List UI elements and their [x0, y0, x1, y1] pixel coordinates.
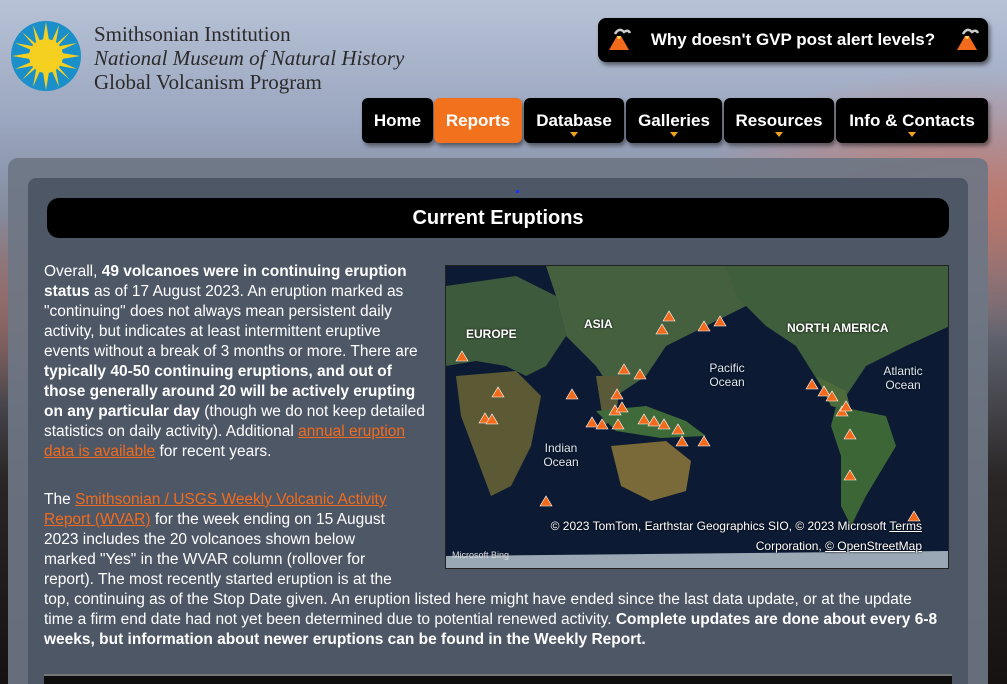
volcano-icon	[609, 28, 632, 50]
site-header: Smithsonian Institution National Museum …	[0, 0, 1007, 160]
ocean-label-indian: Indian Ocean	[543, 441, 579, 469]
volcano-icon	[957, 28, 980, 50]
nav-galleries-label: Galleries	[638, 110, 710, 130]
map-terms-link[interactable]: Terms	[889, 519, 922, 533]
nav-home[interactable]: Home	[362, 98, 433, 143]
caret-down-icon	[775, 132, 783, 137]
nav-galleries[interactable]: Galleries	[626, 98, 722, 143]
nav-info-contacts-label: Info & Contacts	[849, 110, 975, 130]
map-provider-logo[interactable]: Microsoft Bing	[452, 550, 509, 560]
ocean-label-pacific: Pacific Ocean	[709, 361, 745, 389]
intro-paragraph: Overall, 49 volcanoes were in continuing…	[44, 262, 426, 462]
eruptions-table-header	[44, 674, 952, 684]
nav-home-label: Home	[373, 110, 422, 130]
attribution-text: © 2023 TomTom, Earthstar Geographics SIO…	[550, 519, 887, 533]
alert-levels-button[interactable]: Why doesn't GVP post alert levels?	[598, 18, 988, 62]
text-run: The	[44, 491, 76, 508]
continent-label-north-america: NORTH AMERICA	[787, 321, 889, 335]
nav-database[interactable]: Database	[524, 98, 624, 143]
text-run: Overall,	[44, 263, 102, 280]
page-title-text: Current Eruptions	[412, 206, 584, 229]
institution-name[interactable]: Smithsonian Institution National Museum …	[94, 22, 404, 94]
nav-resources[interactable]: Resources	[724, 98, 834, 143]
nav-reports[interactable]: Reports	[434, 98, 522, 143]
openstreetmap-link[interactable]: © OpenStreetMap	[825, 539, 922, 553]
marker-dot	[516, 190, 519, 193]
page-title: Current Eruptions	[47, 198, 949, 238]
nav-resources-label: Resources	[735, 110, 823, 130]
institution-line-2: National Museum of Natural History	[94, 46, 405, 70]
ocean-label-atlantic: Atlantic Ocean	[883, 364, 923, 392]
alert-button-label: Why doesn't GVP post alert levels?	[650, 30, 936, 49]
text-run: as of 17 August 2023. An eruption marked…	[44, 283, 418, 360]
continent-label-asia: ASIA	[584, 317, 613, 331]
caret-down-icon	[908, 132, 916, 137]
main-nav: Home Reports Database Galleries Resource…	[0, 98, 1007, 144]
nav-database-label: Database	[536, 110, 612, 130]
institution-line-1: Smithsonian Institution	[94, 22, 291, 46]
attribution-text-2: Corporation,	[755, 539, 826, 553]
map-attribution: © 2023 TomTom, Earthstar Geographics SIO…	[502, 516, 922, 556]
caret-down-icon	[670, 132, 678, 137]
nav-reports-label: Reports	[445, 110, 511, 130]
smithsonian-sun-logo-icon[interactable]	[10, 20, 82, 92]
nav-info-contacts[interactable]: Info & Contacts	[836, 98, 988, 143]
institution-line-3: Global Volcanism Program	[94, 70, 322, 94]
continent-label-europe: EUROPE	[466, 327, 517, 341]
eruptions-map[interactable]: EUROPE ASIA NORTH AMERICA Pacific Ocean …	[445, 265, 949, 569]
caret-down-icon	[570, 132, 578, 137]
text-run: for recent years.	[155, 443, 272, 460]
